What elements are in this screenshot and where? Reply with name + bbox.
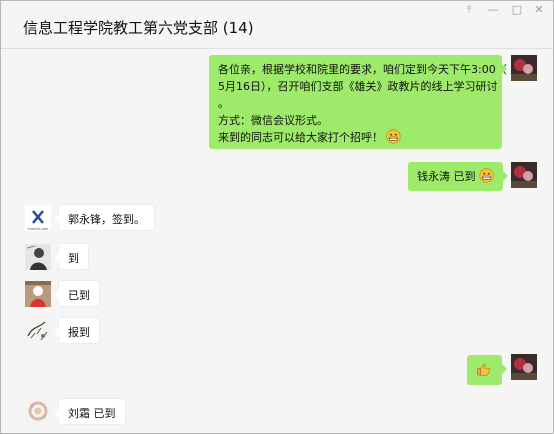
message-bubble: 报到 bbox=[54, 317, 100, 344]
my-avatar[interactable] bbox=[511, 162, 537, 188]
message-text: 刘霜 已到 bbox=[68, 407, 116, 420]
message-bubble: 郭永锋，签到。 bbox=[54, 204, 155, 231]
contact-avatar[interactable] bbox=[25, 398, 51, 424]
chat-title: 信息工程学院教工第六党支部 (14) bbox=[23, 19, 254, 37]
message-line: 。 bbox=[218, 97, 229, 110]
contact-avatar[interactable] bbox=[25, 281, 51, 307]
contact-avatar[interactable] bbox=[25, 244, 51, 270]
close-icon[interactable]: ✕ bbox=[529, 3, 549, 17]
my-avatar[interactable] bbox=[511, 55, 537, 81]
message-text: 郭永锋，签到。 bbox=[68, 213, 145, 226]
message-text: 到 bbox=[68, 252, 79, 265]
message-bubble: 刘霜 已到 bbox=[54, 398, 126, 425]
message-bubble: 钱永涛 已到 bbox=[408, 162, 507, 191]
grin-emoji-icon bbox=[386, 129, 401, 144]
message-bubble: 到 bbox=[54, 243, 89, 270]
message-text: 报到 bbox=[68, 326, 90, 339]
message-line: 方式：微信会议形式。 bbox=[218, 114, 328, 127]
thumbs-up-emoji-icon bbox=[476, 362, 491, 377]
my-avatar[interactable] bbox=[511, 354, 537, 380]
message-bubble-announcement: 各位亲，根据学校和院里的要求，咱们定到今天下午3:00（ 5月16日），召开咱们… bbox=[209, 55, 507, 149]
title-bar: 信息工程学院教工第六党支部 (14) ⫯ — □ ✕ bbox=[1, 1, 553, 49]
grin-emoji-icon bbox=[478, 168, 494, 183]
contact-avatar[interactable] bbox=[25, 318, 51, 344]
chat-window: 信息工程学院教工第六党支部 (14) ⫯ — □ ✕ 各位亲，根据学校和院里的要… bbox=[0, 0, 554, 434]
message-line: 各位亲，根据学校和院里的要求，咱们定到今天下午3:00（ bbox=[218, 63, 507, 76]
message-list[interactable]: 各位亲，根据学校和院里的要求，咱们定到今天下午3:00（ 5月16日），召开咱们… bbox=[1, 49, 553, 433]
maximize-icon[interactable]: □ bbox=[507, 3, 527, 17]
message-bubble bbox=[467, 355, 507, 385]
message-text: 钱永涛 已到 bbox=[417, 170, 476, 183]
svg-text:huante.com: huante.com bbox=[28, 227, 50, 231]
contact-avatar[interactable]: huante.com bbox=[25, 205, 51, 231]
minimize-icon[interactable]: — bbox=[483, 3, 503, 17]
message-bubble: 已到 bbox=[54, 280, 100, 307]
message-text: 已到 bbox=[68, 289, 90, 302]
message-line: 5月16日），召开咱们支部《雄关》政教片的线上学习研讨 bbox=[218, 80, 498, 93]
message-line: 来到的同志可以给大家打个招呼！ bbox=[218, 131, 383, 144]
pin-icon[interactable]: ⫯ bbox=[459, 3, 479, 17]
